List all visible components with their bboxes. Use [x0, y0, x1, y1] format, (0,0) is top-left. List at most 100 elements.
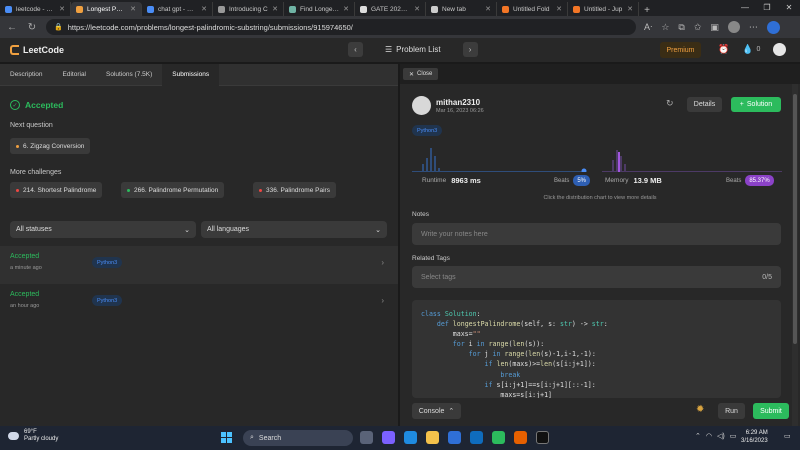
- user-avatar[interactable]: [773, 43, 787, 56]
- edge-icon[interactable]: [404, 431, 417, 444]
- submission-row[interactable]: Accepted an hour ago Python3 ›: [0, 284, 398, 322]
- firefox-icon[interactable]: [514, 431, 527, 444]
- notification-icon[interactable]: ▭: [784, 432, 794, 442]
- prev-problem-button[interactable]: ‹: [348, 42, 363, 57]
- address-bar: ← ↻ 🔒 https://leetcode.com/problems/long…: [0, 16, 800, 38]
- premium-button[interactable]: Premium: [660, 42, 701, 58]
- weather-widget[interactable]: 69°F Partly cloudy: [8, 429, 58, 443]
- tab-close-icon[interactable]: ✕: [59, 5, 65, 13]
- next-question-chip[interactable]: 6. Zigzag Conversion: [10, 138, 91, 154]
- task-view-icon[interactable]: [360, 431, 373, 444]
- taskbar-search[interactable]: ⌕ Search: [243, 430, 353, 446]
- chevron-down-icon: ⌄: [184, 226, 190, 234]
- right-panel-scrollbar[interactable]: [792, 84, 798, 426]
- submission-date: Mar 16, 2023 06:26: [436, 108, 484, 114]
- windows-taskbar: 69°F Partly cloudy ⌕ Search ⌃ ◠ ◁) ▭ 6:2…: [0, 426, 800, 450]
- difficulty-dot: [16, 144, 19, 148]
- tab-solutions[interactable]: Solutions (7.5K): [96, 64, 162, 86]
- leetcode-logo[interactable]: LeetCode: [10, 45, 64, 55]
- close-window-icon[interactable]: ✕: [778, 0, 800, 16]
- more-icon[interactable]: ⋯: [749, 22, 758, 33]
- reload-icon[interactable]: ↻: [26, 22, 38, 33]
- debug-icon[interactable]: ✹: [696, 404, 704, 415]
- refresh-icon[interactable]: ↻: [666, 98, 674, 109]
- scrollbar-thumb[interactable]: [793, 94, 797, 344]
- tab-description[interactable]: Description: [0, 64, 53, 86]
- terminal-icon[interactable]: [536, 431, 549, 444]
- browser-tab[interactable]: New tab ✕: [426, 2, 497, 16]
- tab-submissions[interactable]: Submissions: [162, 63, 220, 86]
- browser-tab[interactable]: Find Longest I ✕: [284, 2, 355, 16]
- console-button[interactable]: Console ⌃: [412, 403, 461, 419]
- runtime-bar: [430, 148, 432, 172]
- memory-distribution[interactable]: [602, 150, 782, 172]
- maximize-icon[interactable]: ❐: [756, 0, 778, 16]
- submission-row[interactable]: Accepted a minute ago Python3 ›: [0, 246, 398, 284]
- chevron-right-icon: ›: [381, 296, 384, 305]
- tags-select[interactable]: Select tags 0/5: [412, 266, 781, 288]
- points-indicator[interactable]: 💧 0: [742, 44, 760, 55]
- language-filter-select[interactable]: All languages ⌄: [201, 221, 387, 238]
- minimize-icon[interactable]: —: [734, 0, 756, 16]
- tab-close-icon[interactable]: ✕: [343, 5, 349, 13]
- browser-tab[interactable]: Untitled - Jup ✕: [568, 2, 639, 16]
- distribution-chart[interactable]: [412, 144, 782, 172]
- profile-avatar[interactable]: [727, 21, 740, 33]
- start-button[interactable]: [221, 432, 232, 443]
- problem-list-button[interactable]: ☰ Problem List: [369, 45, 457, 54]
- favorites-icon[interactable]: ✩: [694, 22, 702, 33]
- tab-close-icon[interactable]: ✕: [627, 5, 633, 13]
- run-button[interactable]: Run: [718, 403, 745, 419]
- code-editor[interactable]: class Solution: def longestPalindrome(se…: [412, 300, 781, 398]
- tab-title: Longest Palin: [87, 5, 127, 13]
- submit-button[interactable]: Submit: [753, 403, 789, 419]
- read-aloud-icon[interactable]: Aᐧ: [644, 22, 652, 33]
- tab-editorial[interactable]: Editorial: [53, 64, 96, 86]
- memory-beats: Beats 85.37%: [726, 175, 774, 186]
- app-icon[interactable]: [492, 431, 505, 444]
- tab-close-icon[interactable]: ✕: [556, 5, 562, 13]
- browser-tab[interactable]: Longest Palin ✕: [71, 2, 142, 16]
- browser-tab[interactable]: leetcode - Sea ✕: [0, 2, 71, 16]
- browser-tab[interactable]: Untitled Fold ✕: [497, 2, 568, 16]
- runtime-distribution[interactable]: [412, 148, 587, 172]
- favorite-icon[interactable]: ☆: [661, 22, 669, 33]
- tab-favicon-icon: [573, 5, 580, 13]
- battery-icon[interactable]: ▭: [730, 432, 737, 440]
- details-button[interactable]: Details: [687, 97, 722, 112]
- solution-button[interactable]: + Solution: [731, 97, 781, 112]
- alarm-icon[interactable]: ⏰: [718, 44, 729, 55]
- file-explorer-icon[interactable]: [426, 431, 439, 444]
- chevron-up-icon[interactable]: ⌃: [695, 432, 701, 440]
- browser-tab[interactable]: GATE 2023 Off ✕: [355, 2, 426, 16]
- back-icon[interactable]: ←: [6, 22, 18, 33]
- volume-icon[interactable]: ◁): [717, 432, 725, 440]
- challenge-chip[interactable]: 266. Palindrome Permutation: [121, 182, 225, 198]
- chat-icon[interactable]: [382, 431, 395, 444]
- tab-close-icon[interactable]: ✕: [201, 5, 207, 13]
- challenge-chip[interactable]: 214. Shortest Palindrome: [10, 182, 103, 198]
- memory-stat: Memory 13.9 MB: [605, 176, 662, 185]
- store-icon[interactable]: [448, 431, 461, 444]
- browser-tab[interactable]: Introducing C ✕: [213, 2, 284, 16]
- next-problem-button[interactable]: ›: [462, 42, 478, 57]
- tab-close-icon[interactable]: ✕: [485, 5, 491, 13]
- tab-close-icon[interactable]: ✕: [272, 5, 278, 13]
- wifi-icon[interactable]: ◠: [706, 432, 712, 440]
- tab-close-icon[interactable]: ✕: [130, 5, 136, 13]
- tab-close-icon[interactable]: ✕: [414, 5, 420, 13]
- user-avatar[interactable]: [412, 96, 431, 115]
- new-tab-button[interactable]: +: [639, 5, 655, 16]
- browser-tab[interactable]: chat gpt - Sea ✕: [142, 2, 213, 16]
- clock[interactable]: 6:29 AM 3/16/2023: [741, 429, 768, 445]
- status-filter-select[interactable]: All statuses ⌄: [10, 221, 196, 238]
- collections-icon[interactable]: ▣: [710, 22, 719, 33]
- username[interactable]: mithan2310: [436, 98, 480, 107]
- bing-icon[interactable]: [766, 20, 780, 34]
- url-field[interactable]: 🔒 https://leetcode.com/problems/longest-…: [46, 19, 636, 35]
- close-button[interactable]: ✕ Close: [403, 68, 439, 80]
- notes-input[interactable]: Write your notes here: [412, 223, 781, 245]
- mail-icon[interactable]: [470, 431, 483, 444]
- challenge-chip[interactable]: 336. Palindrome Pairs: [253, 182, 336, 198]
- split-screen-icon[interactable]: ⧉: [678, 22, 684, 33]
